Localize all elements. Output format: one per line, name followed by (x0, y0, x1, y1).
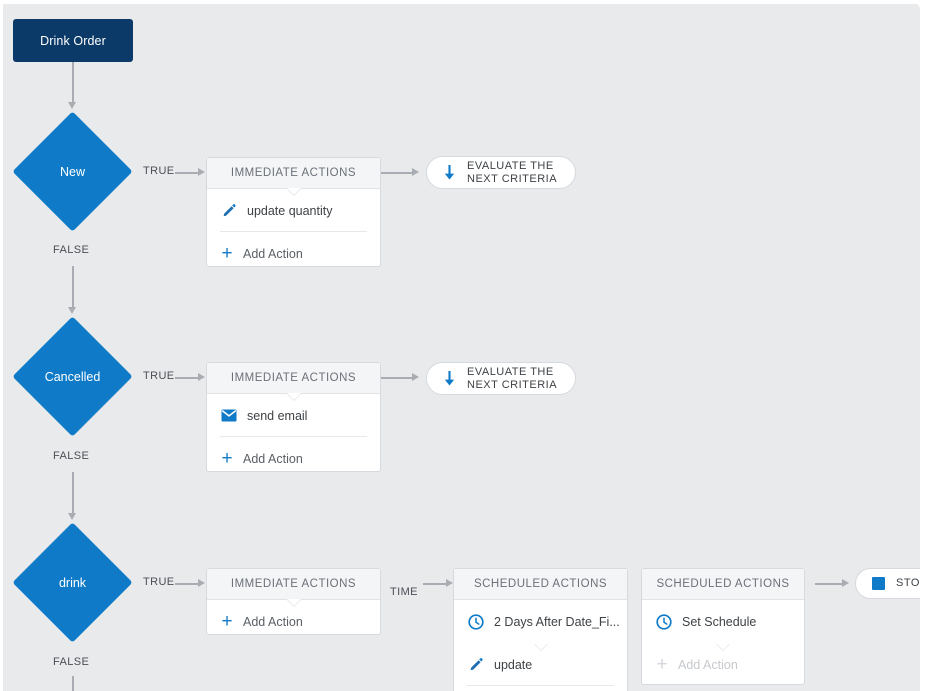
add-action-label: Add Action (243, 614, 303, 629)
pill-label: STOP (896, 577, 926, 589)
connector-start-to-new-arrow (68, 102, 76, 109)
panel-header-label: SCHEDULED ACTIONS (656, 578, 790, 590)
connector-scheduled2-to-stop-arrow (842, 579, 849, 587)
immediate-actions-panel-cancelled[interactable]: IMMEDIATE ACTIONS send email + Add Actio… (206, 362, 381, 472)
add-action-button-drink[interactable]: + Add Action (207, 600, 380, 643)
add-action-label: Add Action (678, 657, 738, 672)
pill-label: EVALUATE THE NEXT CRITERIA (467, 365, 558, 391)
scheduled-actions-panel-2[interactable]: SCHEDULED ACTIONS Set Schedule + Add Act… (641, 568, 805, 685)
criteria-node-drink[interactable]: drink (12, 522, 133, 643)
connector-drink-time (423, 583, 447, 585)
panel-header-label: IMMEDIATE ACTIONS (230, 372, 357, 384)
panel-header: SCHEDULED ACTIONS (454, 569, 627, 600)
start-node-label: Drink Order (40, 33, 106, 48)
panel-header-label: SCHEDULED ACTIONS (473, 578, 608, 590)
process-builder-canvas: Drink Order New TRUE FALSE IMMEDIATE ACT… (0, 0, 926, 691)
panel-header: IMMEDIATE ACTIONS (207, 363, 380, 400)
pencil-icon (467, 656, 485, 674)
connector-start-to-new (72, 62, 74, 104)
add-action-button-new[interactable]: + Add Action (207, 232, 380, 275)
edge-label-true-cancelled: TRUE (143, 370, 175, 382)
action-row-send-email[interactable]: send email (207, 394, 380, 437)
action-row-update-quantity[interactable]: update quantity (207, 189, 380, 232)
arrow-down-icon (443, 165, 456, 180)
plus-icon: + (221, 448, 233, 469)
connector-new-false-arrow (68, 307, 76, 314)
connector-scheduled2-to-stop (815, 583, 843, 585)
schedule-row-set-schedule[interactable]: Set Schedule (642, 600, 804, 650)
plus-icon: + (656, 654, 668, 675)
action-label: update quantity (247, 203, 333, 218)
criteria-node-new[interactable]: New (12, 111, 133, 232)
edge-label-false-new: FALSE (53, 244, 90, 256)
pencil-icon (220, 202, 238, 220)
connector-cancelled-true (175, 377, 199, 379)
add-action-button-scheduled-2[interactable]: + Add Action (642, 643, 804, 686)
schedule-label: 2 Days After Date_Fi... (494, 614, 620, 629)
schedule-label: Set Schedule (682, 614, 757, 629)
stop-square-icon (872, 577, 885, 590)
add-action-label: Add Action (243, 451, 303, 466)
plus-icon: + (221, 611, 233, 632)
connector-cancelled-false (72, 472, 74, 515)
action-label: update (494, 657, 533, 672)
panel-header-label: IMMEDIATE ACTIONS (230, 578, 357, 590)
edge-label-time-drink: TIME (390, 586, 418, 598)
immediate-actions-panel-drink[interactable]: IMMEDIATE ACTIONS + Add Action (206, 568, 381, 635)
edge-label-true-drink: TRUE (143, 576, 175, 588)
clock-icon (467, 613, 485, 631)
evaluate-next-criteria-pill-new[interactable]: EVALUATE THE NEXT CRITERIA (426, 156, 576, 189)
connector-cancelled-false-arrow (68, 513, 76, 520)
panel-header-label: IMMEDIATE ACTIONS (230, 167, 357, 179)
action-row-update[interactable]: update (454, 643, 627, 686)
edge-label-true-new: TRUE (143, 165, 175, 177)
envelope-icon (220, 407, 238, 425)
panel-header: SCHEDULED ACTIONS (642, 569, 804, 600)
criteria-node-cancelled[interactable]: Cancelled (12, 316, 133, 437)
connector-drink-true-arrow (198, 579, 205, 587)
criteria-diamond-shape (12, 522, 133, 643)
schedule-row-2-days-after[interactable]: 2 Days After Date_Fi... (454, 600, 627, 650)
connector-new-false (72, 266, 74, 309)
immediate-actions-panel-new[interactable]: IMMEDIATE ACTIONS update quantity + Add … (206, 157, 381, 267)
panel-header: IMMEDIATE ACTIONS (207, 569, 380, 606)
connector-drink-true (175, 583, 199, 585)
stop-pill[interactable]: STOP (855, 568, 926, 599)
arrow-down-icon (443, 371, 456, 386)
connector-cancelled-panel-to-pill (381, 377, 413, 379)
action-label: send email (247, 408, 308, 423)
start-node-drink-order[interactable]: Drink Order (13, 19, 133, 62)
pill-label: EVALUATE THE NEXT CRITERIA (467, 159, 558, 185)
add-action-label: Add Action (243, 246, 303, 261)
plus-icon: + (221, 243, 233, 264)
connector-drink-false (72, 676, 74, 691)
panel-header: IMMEDIATE ACTIONS (207, 158, 380, 195)
connector-new-true-arrow (198, 168, 205, 176)
connector-new-true (175, 172, 199, 174)
edge-label-false-drink: FALSE (53, 656, 90, 668)
connector-cancelled-true-arrow (198, 373, 205, 381)
add-action-button-cancelled[interactable]: + Add Action (207, 437, 380, 480)
connector-cancelled-panel-to-pill-arrow (412, 373, 419, 381)
criteria-diamond-shape (12, 111, 133, 232)
clock-icon (655, 613, 673, 631)
connector-new-panel-to-pill (381, 172, 413, 174)
connector-drink-time-arrow (446, 579, 453, 587)
evaluate-next-criteria-pill-cancelled[interactable]: EVALUATE THE NEXT CRITERIA (426, 362, 576, 395)
criteria-diamond-shape (12, 316, 133, 437)
edge-label-false-cancelled: FALSE (53, 450, 90, 462)
connector-new-panel-to-pill-arrow (412, 168, 419, 176)
scheduled-actions-panel-1[interactable]: SCHEDULED ACTIONS 2 Days After Date_Fi..… (453, 568, 628, 691)
